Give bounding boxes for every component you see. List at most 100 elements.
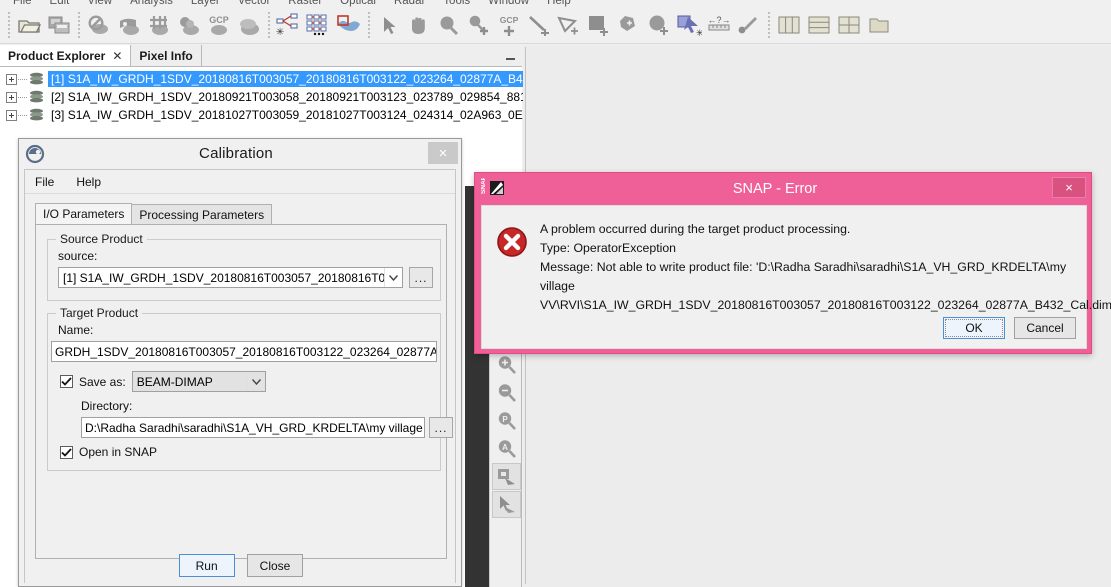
tab-pixel-info[interactable]: Pixel Info <box>131 45 202 66</box>
tab-processing-parameters[interactable]: Processing Parameters <box>131 204 273 224</box>
source-browse-button[interactable]: ... <box>409 267 433 288</box>
tile-horizontal-icon[interactable] <box>804 9 834 41</box>
pencil-icon[interactable] <box>734 9 764 41</box>
close-button[interactable]: Close <box>246 554 304 577</box>
svg-text:SNAP: SNAP <box>481 178 487 194</box>
measure-icon[interactable]: ←?→ <box>704 9 734 41</box>
open-in-snap-label: Open in SNAP <box>79 445 158 459</box>
gcp-manager-icon[interactable]: GCP <box>204 9 234 41</box>
menu-item-radar[interactable]: Radar <box>385 0 434 7</box>
close-icon[interactable]: × <box>1052 177 1086 198</box>
table-row[interactable]: [2] S1A_IW_GRDH_1SDV_20180921T003058_201… <box>0 88 533 106</box>
minimize-icon[interactable] <box>502 49 518 63</box>
mask-manager-icon[interactable] <box>174 9 204 41</box>
open-product-icon[interactable] <box>14 9 44 41</box>
menu-item-raster[interactable]: Raster <box>279 0 331 7</box>
zoom-to-pixel-icon[interactable]: P <box>492 407 521 434</box>
product-stack-icon <box>30 72 43 85</box>
directory-input[interactable]: D:\Radha Saradhi\saradhi\S1A_VH_GRD_KRDE… <box>81 417 425 438</box>
folder-icon[interactable] <box>864 9 894 41</box>
save-as-row: Save as: BEAM-DIMAP <box>60 371 266 392</box>
polygon-drawing-icon[interactable] <box>614 9 644 41</box>
product-label: [1] S1A_IW_GRDH_1SDV_20180816T003057_201… <box>48 71 543 87</box>
tab-product-explorer[interactable]: Product Explorer ✕ <box>0 45 132 66</box>
source-product-title: Source Product <box>56 232 147 246</box>
view-tool-strip: P A <box>489 348 522 587</box>
expand-icon[interactable] <box>6 109 17 121</box>
svg-text:✳: ✳ <box>276 27 284 37</box>
sync-cursor-icon[interactable] <box>492 491 521 518</box>
pin-manager-icon[interactable] <box>234 9 264 41</box>
polyline-drawing-icon[interactable] <box>554 9 584 41</box>
table-row[interactable]: [1] S1A_IW_GRDH_1SDV_20180816T003057_201… <box>0 70 543 88</box>
chevron-down-icon[interactable] <box>246 372 265 391</box>
dock-tab-bar: Product Explorer ✕ Pixel Info <box>0 45 522 67</box>
snap-logo-icon <box>25 144 45 163</box>
calibration-menu-help[interactable]: Help <box>76 175 111 189</box>
close-icon[interactable]: × <box>428 142 458 164</box>
save-product-icon[interactable] <box>44 9 74 41</box>
table-row[interactable]: [3] S1A_IW_GRDH_1SDV_20181027T003059_201… <box>0 106 536 124</box>
calibration-menu-file[interactable]: File <box>35 175 64 189</box>
menu-item-help[interactable]: Help <box>538 0 580 7</box>
svg-text:GCP: GCP <box>500 15 519 25</box>
menu-item-file[interactable]: File <box>4 0 41 7</box>
calibration-title-bar[interactable]: Calibration × <box>19 139 461 168</box>
svg-text:←?→: ←?→ <box>707 15 730 25</box>
zoom-in-icon[interactable] <box>492 351 521 378</box>
error-dialog-body: A problem occurred during the target pro… <box>481 205 1111 349</box>
graph-builder-icon[interactable]: ✳ <box>274 9 304 41</box>
io-parameters-panel: Source Product source: [1] S1A_IW_GRDH_1… <box>35 224 453 559</box>
target-product-group: Target Product Name: GRDH_1SDV_20180816T… <box>47 306 453 471</box>
magic-wand-icon[interactable]: ✳ <box>674 9 704 41</box>
menu-item-window[interactable]: Window <box>479 0 538 7</box>
error-line-2: Type: OperatorException <box>540 241 677 255</box>
chevron-down-icon[interactable] <box>384 268 402 287</box>
pan-hand-icon[interactable] <box>404 9 434 41</box>
menu-item-tools[interactable]: Tools <box>434 0 479 7</box>
tab-io-parameters[interactable]: I/O Parameters <box>35 203 133 224</box>
cancel-button[interactable]: Cancel <box>1014 317 1076 339</box>
svg-text:GCP: GCP <box>209 15 229 25</box>
menu-item-vector[interactable]: Vector <box>229 0 280 7</box>
source-product-select[interactable]: [1] S1A_IW_GRDH_1SDV_20180816T003057_201… <box>58 267 403 288</box>
expand-icon[interactable] <box>6 91 17 103</box>
expand-icon[interactable] <box>6 73 17 85</box>
sync-views-icon[interactable] <box>492 463 521 490</box>
world-map-icon[interactable] <box>334 9 364 41</box>
menu-item-view[interactable]: View <box>78 0 121 7</box>
gcp-placing-icon[interactable]: GCP <box>494 9 524 41</box>
menu-item-optical[interactable]: Optical <box>331 0 385 7</box>
select-arrow-icon[interactable] <box>374 9 404 41</box>
zoom-all-icon[interactable]: A <box>492 435 521 462</box>
zoom-icon[interactable] <box>434 9 464 41</box>
error-title-bar[interactable]: SNAP SNAP - Error × <box>475 173 1091 204</box>
format-select[interactable]: BEAM-DIMAP <box>131 371 266 392</box>
close-icon[interactable]: ✕ <box>112 50 122 62</box>
ellipse-drawing-icon[interactable] <box>644 9 674 41</box>
open-in-snap-checkbox[interactable] <box>60 445 73 459</box>
save-as-checkbox[interactable] <box>60 375 73 388</box>
error-message-text: A problem occurred during the target pro… <box>540 220 1111 315</box>
main-toolbar: GCP ✳ GCP ✳ ←?→ <box>0 7 1111 44</box>
menu-item-edit[interactable]: Edit <box>41 0 79 7</box>
tree-connector <box>18 114 27 116</box>
run-button[interactable]: Run <box>178 554 235 577</box>
menu-item-analysis[interactable]: Analysis <box>121 0 182 7</box>
resample-icon[interactable] <box>144 9 174 41</box>
pin-placing-icon[interactable] <box>464 9 494 41</box>
zoom-out-icon[interactable] <box>492 379 521 406</box>
target-name-input[interactable]: GRDH_1SDV_20180816T003057_20180816T00312… <box>51 341 437 362</box>
name-label: Name: <box>58 323 94 337</box>
toolbar-separator <box>368 12 370 38</box>
tile-grid-icon[interactable] <box>834 9 864 41</box>
subset-icon[interactable] <box>84 9 114 41</box>
ok-button[interactable]: OK <box>943 317 1005 339</box>
batch-processing-icon[interactable] <box>304 9 334 41</box>
line-drawing-icon[interactable] <box>524 9 554 41</box>
menu-item-layer[interactable]: Layer <box>182 0 229 7</box>
rectangle-drawing-icon[interactable] <box>584 9 614 41</box>
reproject-icon[interactable] <box>114 9 144 41</box>
tile-vertical-icon[interactable] <box>774 9 804 41</box>
directory-browse-button[interactable]: ... <box>429 417 453 438</box>
